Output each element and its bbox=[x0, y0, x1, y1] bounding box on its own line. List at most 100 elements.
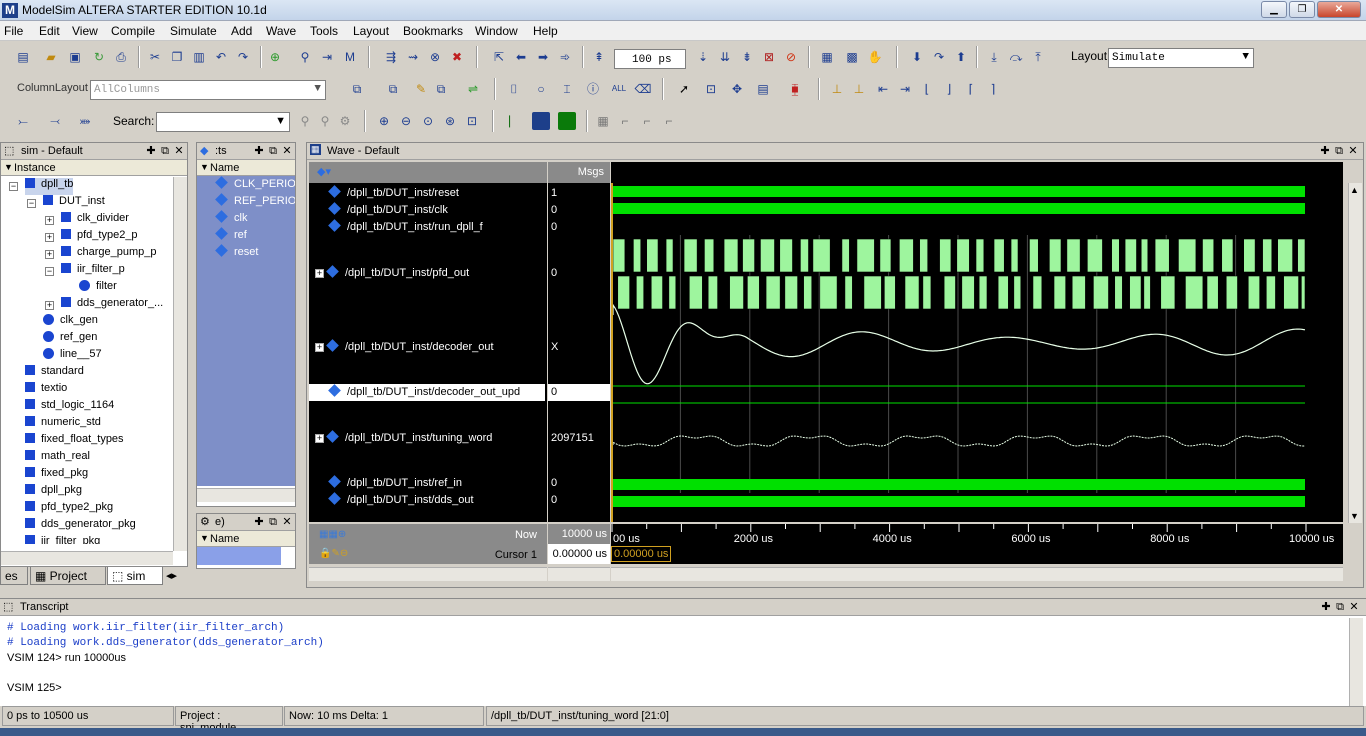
expand-icon[interactable]: + bbox=[45, 301, 54, 310]
prev-falling-icon[interactable]: ⌊ bbox=[918, 80, 936, 98]
back-icon[interactable]: ⬅ bbox=[512, 48, 530, 66]
pane-close-icon[interactable]: ✕ bbox=[1348, 600, 1360, 614]
stop-icon[interactable]: ⊘ bbox=[782, 48, 800, 66]
modelsim-icon[interactable]: M bbox=[341, 48, 359, 66]
sim-tree-item[interactable]: ref_gen bbox=[43, 331, 97, 348]
reload-icon[interactable]: ↻ bbox=[90, 48, 108, 66]
menu-tools[interactable]: Tools bbox=[310, 24, 338, 38]
prev-rising-icon[interactable]: ⌈ bbox=[962, 80, 980, 98]
menu-bookmarks[interactable]: Bookmarks bbox=[403, 24, 463, 38]
wave-signal-row[interactable]: /dpll_tb/DUT_inst/dds_out bbox=[309, 492, 545, 506]
next-edge-icon[interactable]: ⇥ bbox=[896, 80, 914, 98]
wave-signal-row[interactable]: /dpll_tb/DUT_inst/reset bbox=[309, 185, 545, 199]
menu-view[interactable]: View bbox=[72, 24, 98, 38]
save-icon[interactable]: ▣ bbox=[66, 48, 84, 66]
processes-column-header[interactable]: ▼ Name bbox=[197, 531, 295, 547]
menu-compile[interactable]: Compile bbox=[111, 24, 155, 38]
pane-undock-icon[interactable]: ⧉ bbox=[267, 515, 279, 529]
find-icon[interactable]: ⚲ bbox=[296, 48, 314, 66]
hierarchy-up-icon[interactable]: ⤚ bbox=[14, 112, 32, 130]
values-hscroll[interactable] bbox=[548, 567, 610, 581]
wave-signal-row[interactable]: + /dpll_tb/DUT_inst/decoder_out bbox=[309, 339, 545, 353]
performance-icon[interactable]: ▦ bbox=[818, 48, 836, 66]
expand-icon[interactable]: + bbox=[45, 233, 54, 242]
zoom-region-icon[interactable]: ⊡ bbox=[463, 112, 481, 130]
objects-column-header[interactable]: ▼ Name bbox=[197, 160, 295, 176]
paste-icon[interactable]: ▥ bbox=[190, 48, 208, 66]
zoom-cursor-icon[interactable]: ⊛ bbox=[441, 112, 459, 130]
prev-edge-icon[interactable]: ⇤ bbox=[874, 80, 892, 98]
step-icon[interactable]: ⇝ bbox=[404, 48, 422, 66]
cursor-delete-icon[interactable]: ⊥ bbox=[850, 80, 868, 98]
sim-tree-item[interactable]: dds_generator_pkg bbox=[25, 518, 136, 535]
collapse-icon[interactable]: − bbox=[45, 267, 54, 276]
wave-vscroll[interactable]: ▲ ▼ bbox=[1348, 183, 1362, 523]
sim-tree-item[interactable]: charge_pump_p bbox=[61, 246, 157, 263]
waveform-canvas[interactable] bbox=[611, 183, 1343, 522]
column-layout-select[interactable]: AllColumns ▼ bbox=[90, 80, 326, 100]
minimize-icon[interactable]: ▁ bbox=[1261, 1, 1287, 18]
tab-sim[interactable]: ⬚ sim bbox=[107, 567, 163, 585]
sim-tree-item[interactable]: clk_divider bbox=[61, 212, 129, 229]
continue-icon[interactable]: ⇊ bbox=[716, 48, 734, 66]
step-out-icon[interactable]: ⬆ bbox=[952, 48, 970, 66]
search-forward-icon[interactable]: ⚲ bbox=[316, 112, 334, 130]
wave-signal-row[interactable]: /dpll_tb/DUT_inst/run_dpll_f bbox=[309, 219, 545, 233]
wave-signal-row[interactable]: /dpll_tb/DUT_inst/decoder_out_upd bbox=[309, 384, 545, 401]
wave-hscroll[interactable] bbox=[611, 567, 1343, 581]
cut-icon[interactable]: ✂ bbox=[146, 48, 164, 66]
wave-signal-row[interactable]: /dpll_tb/DUT_inst/clk bbox=[309, 202, 545, 216]
all-icon[interactable]: ALL bbox=[610, 80, 628, 98]
zoom-full-icon[interactable]: ⊙ bbox=[419, 112, 437, 130]
wave-add-icon[interactable]: ⧉ bbox=[348, 80, 366, 98]
dim-2-icon[interactable]: ⌐ bbox=[616, 112, 634, 130]
tab-es[interactable]: es bbox=[0, 567, 28, 585]
circle-icon[interactable]: ○ bbox=[532, 80, 550, 98]
pan-mode-icon[interactable]: ✥ bbox=[728, 80, 746, 98]
sim-tree-item[interactable]: standard bbox=[25, 365, 84, 382]
search-options-icon[interactable]: ⚙ bbox=[336, 112, 354, 130]
pane-add-icon[interactable]: ✚ bbox=[1320, 600, 1332, 614]
next-rising-icon[interactable]: ⌉ bbox=[984, 80, 1002, 98]
hierarchy-expand-icon[interactable]: ⤘ bbox=[76, 112, 94, 130]
sim-tree-item[interactable]: fixed_pkg bbox=[25, 467, 88, 484]
dim-3-icon[interactable]: ⌐ bbox=[638, 112, 656, 130]
menu-edit[interactable]: Edit bbox=[39, 24, 60, 38]
sim-tree-item[interactable]: clk_gen bbox=[43, 314, 98, 331]
pane-close-icon[interactable]: ✕ bbox=[281, 144, 293, 158]
zoom-out-icon[interactable]: ⊖ bbox=[397, 112, 415, 130]
zoom-in-icon[interactable]: ⊕ bbox=[375, 112, 393, 130]
next-falling-icon[interactable]: ⌋ bbox=[940, 80, 958, 98]
scroll-down-icon[interactable]: ▼ bbox=[1350, 511, 1359, 521]
sim-tree-item[interactable]: iir_filter_p bbox=[61, 263, 125, 280]
cursor-lock-icon[interactable]: 🔒✎⊖ bbox=[319, 548, 348, 559]
hierarchy-down-icon[interactable]: ⤙ bbox=[46, 112, 64, 130]
wave-edit-icon[interactable]: ✎ bbox=[412, 80, 430, 98]
memory-icon[interactable]: ▩ bbox=[843, 48, 861, 66]
menu-window[interactable]: Window bbox=[475, 24, 518, 38]
search-input[interactable]: ▼ bbox=[156, 112, 290, 132]
menu-wave[interactable]: Wave bbox=[266, 24, 296, 38]
objects-hscroll[interactable] bbox=[197, 488, 295, 502]
search-back-icon[interactable]: ⚲ bbox=[296, 112, 314, 130]
pane-undock-icon[interactable]: ⧉ bbox=[267, 144, 279, 158]
wave-insert-icon[interactable]: ⧉ bbox=[384, 80, 402, 98]
info-icon[interactable]: ⓘ bbox=[584, 80, 602, 98]
pane-undock-icon[interactable]: ⧉ bbox=[1334, 600, 1346, 614]
sim-tree-item[interactable]: textio bbox=[25, 382, 67, 399]
dim-1-icon[interactable]: ▦ bbox=[594, 112, 612, 130]
expand-icon[interactable]: + bbox=[45, 216, 54, 225]
names-hscroll[interactable] bbox=[309, 567, 547, 581]
layout-select[interactable]: Simulate ▼ bbox=[1108, 48, 1254, 68]
sim-tree-item[interactable]: dpll_pkg bbox=[25, 484, 82, 501]
redo-icon[interactable]: ↷ bbox=[234, 48, 252, 66]
expand-icon[interactable]: + bbox=[315, 343, 324, 352]
sim-tree-item[interactable]: numeric_std bbox=[25, 416, 101, 433]
sim-tree-item[interactable]: math_real bbox=[25, 450, 90, 467]
maximize-icon[interactable]: ❐ bbox=[1289, 1, 1315, 18]
scroll-up-icon[interactable]: ▲ bbox=[1350, 185, 1359, 195]
snap-icon[interactable] bbox=[558, 112, 576, 130]
expand-icon[interactable]: + bbox=[315, 434, 324, 443]
pane-undock-icon[interactable]: ⧉ bbox=[159, 144, 171, 158]
print-icon[interactable]: ⎙ bbox=[112, 48, 130, 66]
